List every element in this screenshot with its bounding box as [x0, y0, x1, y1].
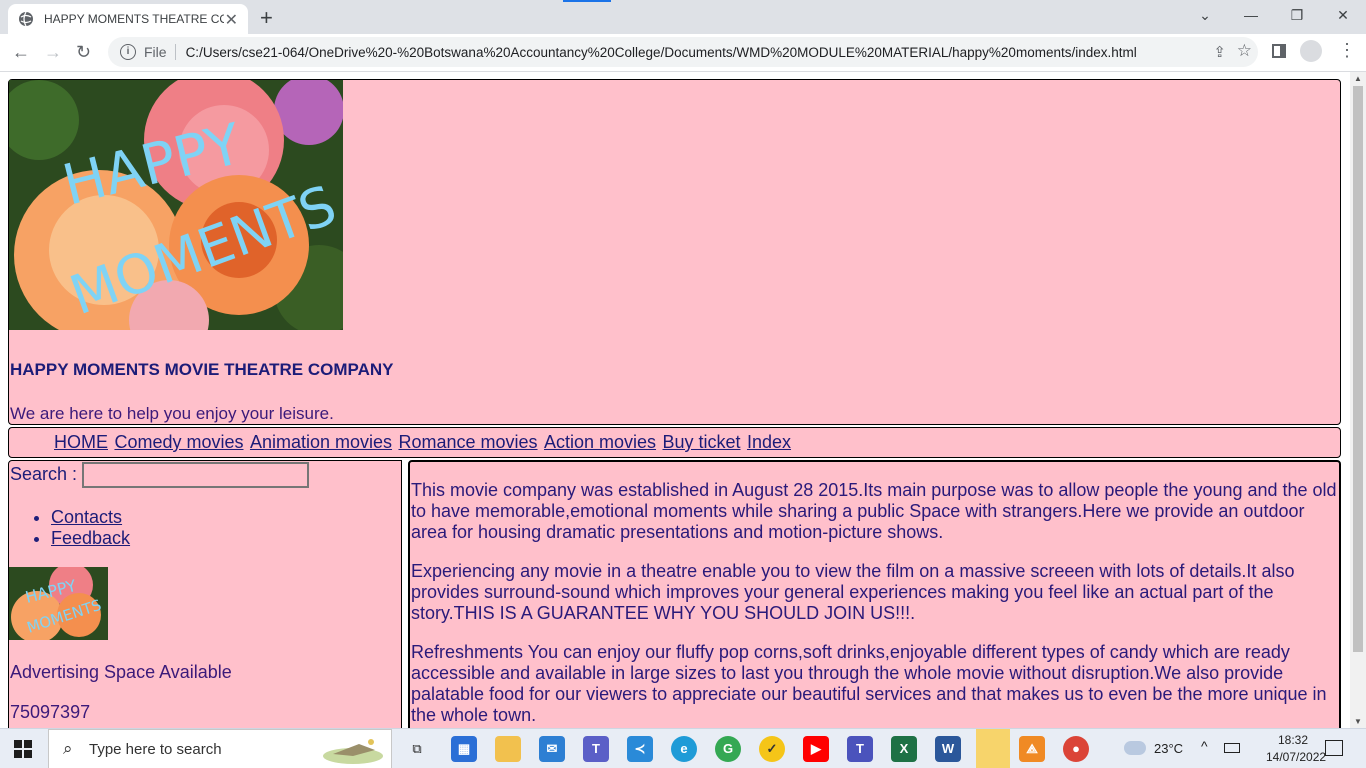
share-icon[interactable]: ⇪: [1213, 43, 1226, 61]
cloud-weather-icon[interactable]: [1124, 741, 1146, 755]
tab-title: HAPPY MOMENTS THEATRE COMPANY: [44, 12, 224, 26]
notification-icon[interactable]: [1325, 740, 1343, 756]
nav-link-action[interactable]: Action movies: [544, 432, 656, 452]
sidebar: Search : Contacts Feedback HAPPY MOMENTS…: [8, 460, 402, 728]
minimize-icon[interactable]: —: [1228, 0, 1274, 30]
browser-tab-strip: HAPPY MOMENTS THEATRE COMPANY ✕ + ⌄ — ❐ …: [0, 0, 1366, 34]
side-panel-icon[interactable]: [1272, 44, 1286, 58]
page-viewport: HAPPY MOMENTS HAPPY MOMENTS MOVIE THEATR…: [0, 72, 1350, 728]
nav-link-animation[interactable]: Animation movies: [250, 432, 392, 452]
tagline: We are here to help you enjoy your leisu…: [10, 404, 334, 423]
taskbar-search-placeholder: Type here to search: [89, 741, 222, 758]
tab-accent-line: [563, 0, 611, 2]
phone-number: 75097397: [10, 702, 91, 722]
window-controls: ⌄ — ❐ ✕: [1182, 0, 1366, 30]
site-header: HAPPY MOMENTS HAPPY MOMENTS MOVIE THEATR…: [8, 79, 1341, 425]
list-item: Feedback: [51, 528, 130, 549]
mail-icon[interactable]: ✉: [539, 736, 565, 762]
scroll-thumb[interactable]: [1353, 86, 1363, 652]
scroll-down-icon[interactable]: ▼: [1354, 717, 1362, 726]
windows-start-icon[interactable]: [14, 740, 32, 758]
feedback-link[interactable]: Feedback: [51, 528, 130, 548]
search-highlight-illustration-icon: [323, 739, 383, 764]
more-menu-icon[interactable]: ⋮: [1338, 40, 1356, 61]
battery-icon[interactable]: [1224, 743, 1240, 753]
nav-link-home[interactable]: HOME: [54, 432, 108, 452]
roses-image: HAPPY MOMENTS: [9, 80, 343, 330]
scroll-up-icon[interactable]: ▲: [1354, 74, 1362, 83]
reload-icon[interactable]: ↻: [76, 42, 91, 63]
new-tab-icon[interactable]: +: [260, 5, 273, 31]
task-view-icon[interactable]: ⧉: [404, 736, 430, 762]
chevron-up-icon[interactable]: ^: [1201, 738, 1208, 754]
word-icon[interactable]: W: [935, 736, 961, 762]
browser-toolbar: ← → ↻ i File C:/Users/cse21-064/OneDrive…: [0, 34, 1366, 72]
happy-moments-logo-image: HAPPY MOMENTS: [9, 80, 343, 330]
page-scrollbar[interactable]: ▲ ▼: [1350, 72, 1366, 728]
chrome-icon[interactable]: ●: [1063, 736, 1089, 762]
nav-link-comedy[interactable]: Comedy movies: [114, 432, 243, 452]
teams-work-icon[interactable]: T: [847, 736, 873, 762]
youtube-icon[interactable]: ▶: [803, 736, 829, 762]
teams-icon[interactable]: T: [583, 736, 609, 762]
temperature-readout[interactable]: 23°C: [1154, 741, 1183, 756]
main-navigation: HOME Comedy movies Animation movies Roma…: [8, 427, 1341, 458]
windows-taskbar: ⌕ Type here to search ⧉ ▦ ✉ T ≺ e G ✓ ▶ …: [0, 728, 1366, 768]
file-explorer-icon[interactable]: [495, 736, 521, 762]
tab-search-icon[interactable]: ⌄: [1182, 0, 1228, 30]
clock-date[interactable]: 14/07/2022: [1266, 750, 1326, 764]
company-name-heading: HAPPY MOMENTS MOVIE THEATRE COMPANY: [10, 360, 394, 379]
address-bar[interactable]: i File C:/Users/cse21-064/OneDrive%20-%2…: [108, 37, 1258, 67]
bookmark-star-icon[interactable]: ☆: [1237, 41, 1252, 61]
close-tab-icon[interactable]: ✕: [225, 10, 238, 30]
nav-link-romance[interactable]: Romance movies: [398, 432, 537, 452]
contacts-link[interactable]: Contacts: [51, 507, 122, 527]
list-item: Contacts: [51, 507, 130, 528]
main-content: This movie company was established in Au…: [408, 460, 1341, 728]
norton-icon[interactable]: ✓: [759, 736, 785, 762]
nav-link-buy-ticket[interactable]: Buy ticket: [662, 432, 740, 452]
microsoft-store-icon[interactable]: ▦: [451, 736, 477, 762]
url-text[interactable]: C:/Users/cse21-064/OneDrive%20-%20Botswa…: [186, 45, 1137, 60]
restore-icon[interactable]: ❐: [1274, 0, 1320, 30]
excel-icon[interactable]: X: [891, 736, 917, 762]
search-label: Search :: [10, 464, 78, 484]
sidebar-links: Contacts Feedback: [51, 507, 130, 549]
mini-logo-image: HAPPY MOMENTS: [9, 567, 108, 640]
profile-avatar-icon[interactable]: [1300, 40, 1322, 62]
globe-icon: [19, 11, 33, 27]
git-app-icon[interactable]: ⟁: [1019, 736, 1045, 762]
info-icon[interactable]: i: [120, 44, 136, 60]
browser-tab[interactable]: HAPPY MOMENTS THEATRE COMPANY ✕: [8, 4, 248, 34]
forward-icon[interactable]: →: [44, 42, 62, 63]
clock-time[interactable]: 18:32: [1266, 733, 1320, 747]
chrome-profile-icon[interactable]: G: [715, 736, 741, 762]
file-scheme-label: File: [144, 44, 176, 60]
taskbar-search-box[interactable]: ⌕ Type here to search: [48, 729, 392, 768]
advertising-text: Advertising Space Available: [10, 662, 232, 682]
content-paragraph: Experiencing any movie in a theatre enab…: [411, 561, 1295, 623]
content-paragraph: Refreshments You can enjoy our fluffy po…: [411, 642, 1327, 725]
nav-link-index[interactable]: Index: [747, 432, 791, 452]
content-paragraph: This movie company was established in Au…: [411, 480, 1337, 542]
edge-icon[interactable]: e: [671, 736, 697, 762]
vscode-icon[interactable]: ≺: [627, 736, 653, 762]
sticky-notes-icon[interactable]: [976, 729, 1010, 768]
close-window-icon[interactable]: ✕: [1320, 0, 1366, 30]
search-input[interactable]: [82, 462, 309, 488]
back-icon[interactable]: ←: [12, 42, 30, 63]
search-icon: ⌕: [63, 739, 73, 758]
